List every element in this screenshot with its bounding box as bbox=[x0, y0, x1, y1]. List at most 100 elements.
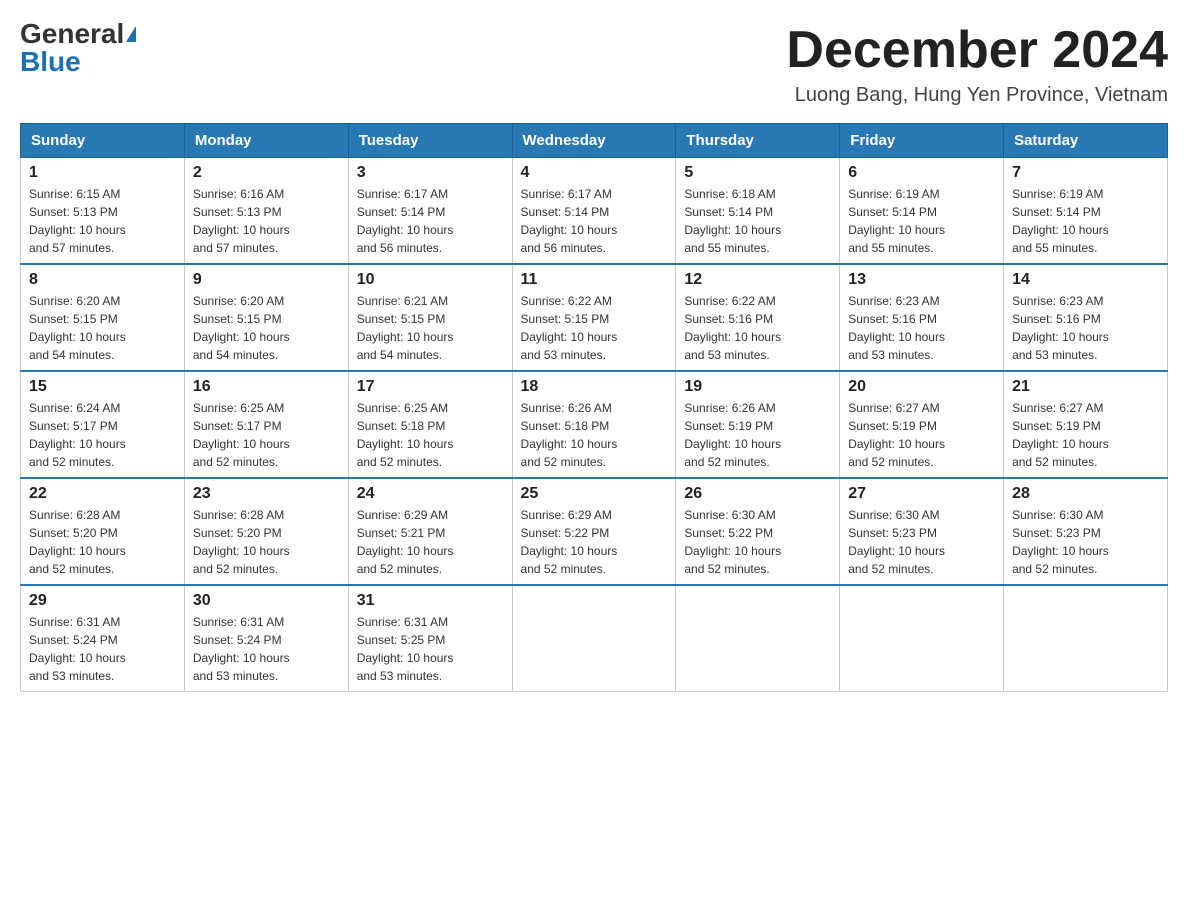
calendar-cell: 30 Sunrise: 6:31 AMSunset: 5:24 PMDaylig… bbox=[184, 585, 348, 692]
day-number: 13 bbox=[848, 271, 995, 289]
calendar-cell: 7 Sunrise: 6:19 AMSunset: 5:14 PMDayligh… bbox=[1004, 158, 1168, 265]
day-number: 16 bbox=[193, 378, 340, 396]
calendar-cell: 19 Sunrise: 6:26 AMSunset: 5:19 PMDaylig… bbox=[676, 371, 840, 478]
day-number: 26 bbox=[684, 485, 831, 503]
day-number: 19 bbox=[684, 378, 831, 396]
calendar-cell: 9 Sunrise: 6:20 AMSunset: 5:15 PMDayligh… bbox=[184, 264, 348, 371]
week-row-5: 29 Sunrise: 6:31 AMSunset: 5:24 PMDaylig… bbox=[21, 585, 1168, 692]
calendar-cell: 26 Sunrise: 6:30 AMSunset: 5:22 PMDaylig… bbox=[676, 478, 840, 585]
day-info: Sunrise: 6:27 AMSunset: 5:19 PMDaylight:… bbox=[848, 399, 995, 471]
calendar-cell: 24 Sunrise: 6:29 AMSunset: 5:21 PMDaylig… bbox=[348, 478, 512, 585]
calendar-cell: 5 Sunrise: 6:18 AMSunset: 5:14 PMDayligh… bbox=[676, 158, 840, 265]
week-row-1: 1 Sunrise: 6:15 AMSunset: 5:13 PMDayligh… bbox=[21, 158, 1168, 265]
calendar-cell: 31 Sunrise: 6:31 AMSunset: 5:25 PMDaylig… bbox=[348, 585, 512, 692]
calendar-cell: 17 Sunrise: 6:25 AMSunset: 5:18 PMDaylig… bbox=[348, 371, 512, 478]
calendar-cell: 4 Sunrise: 6:17 AMSunset: 5:14 PMDayligh… bbox=[512, 158, 676, 265]
day-number: 29 bbox=[29, 592, 176, 610]
day-info: Sunrise: 6:19 AMSunset: 5:14 PMDaylight:… bbox=[848, 185, 995, 257]
calendar-cell: 23 Sunrise: 6:28 AMSunset: 5:20 PMDaylig… bbox=[184, 478, 348, 585]
weekday-header-sunday: Sunday bbox=[21, 124, 185, 158]
day-info: Sunrise: 6:25 AMSunset: 5:17 PMDaylight:… bbox=[193, 399, 340, 471]
calendar-cell: 3 Sunrise: 6:17 AMSunset: 5:14 PMDayligh… bbox=[348, 158, 512, 265]
calendar-cell: 16 Sunrise: 6:25 AMSunset: 5:17 PMDaylig… bbox=[184, 371, 348, 478]
day-info: Sunrise: 6:23 AMSunset: 5:16 PMDaylight:… bbox=[848, 292, 995, 364]
day-number: 27 bbox=[848, 485, 995, 503]
day-info: Sunrise: 6:15 AMSunset: 5:13 PMDaylight:… bbox=[29, 185, 176, 257]
day-info: Sunrise: 6:19 AMSunset: 5:14 PMDaylight:… bbox=[1012, 185, 1159, 257]
day-number: 6 bbox=[848, 164, 995, 182]
day-number: 15 bbox=[29, 378, 176, 396]
day-number: 28 bbox=[1012, 485, 1159, 503]
location-title: Luong Bang, Hung Yen Province, Vietnam bbox=[786, 84, 1168, 107]
weekday-header-tuesday: Tuesday bbox=[348, 124, 512, 158]
day-info: Sunrise: 6:30 AMSunset: 5:22 PMDaylight:… bbox=[684, 506, 831, 578]
calendar-cell bbox=[676, 585, 840, 692]
day-number: 31 bbox=[357, 592, 504, 610]
calendar-cell: 6 Sunrise: 6:19 AMSunset: 5:14 PMDayligh… bbox=[840, 158, 1004, 265]
day-info: Sunrise: 6:31 AMSunset: 5:25 PMDaylight:… bbox=[357, 613, 504, 685]
calendar-cell: 11 Sunrise: 6:22 AMSunset: 5:15 PMDaylig… bbox=[512, 264, 676, 371]
day-info: Sunrise: 6:17 AMSunset: 5:14 PMDaylight:… bbox=[357, 185, 504, 257]
day-info: Sunrise: 6:20 AMSunset: 5:15 PMDaylight:… bbox=[29, 292, 176, 364]
day-info: Sunrise: 6:26 AMSunset: 5:19 PMDaylight:… bbox=[684, 399, 831, 471]
day-number: 22 bbox=[29, 485, 176, 503]
weekday-header-wednesday: Wednesday bbox=[512, 124, 676, 158]
day-info: Sunrise: 6:28 AMSunset: 5:20 PMDaylight:… bbox=[29, 506, 176, 578]
calendar-cell bbox=[1004, 585, 1168, 692]
weekday-header-row: SundayMondayTuesdayWednesdayThursdayFrid… bbox=[21, 124, 1168, 158]
day-info: Sunrise: 6:27 AMSunset: 5:19 PMDaylight:… bbox=[1012, 399, 1159, 471]
day-info: Sunrise: 6:31 AMSunset: 5:24 PMDaylight:… bbox=[193, 613, 340, 685]
logo-triangle-icon bbox=[126, 26, 136, 42]
month-title: December 2024 bbox=[786, 20, 1168, 80]
day-number: 20 bbox=[848, 378, 995, 396]
day-info: Sunrise: 6:29 AMSunset: 5:21 PMDaylight:… bbox=[357, 506, 504, 578]
day-number: 18 bbox=[521, 378, 668, 396]
day-number: 23 bbox=[193, 485, 340, 503]
day-info: Sunrise: 6:22 AMSunset: 5:16 PMDaylight:… bbox=[684, 292, 831, 364]
calendar-cell: 1 Sunrise: 6:15 AMSunset: 5:13 PMDayligh… bbox=[21, 158, 185, 265]
logo: General Blue bbox=[20, 20, 136, 76]
day-number: 3 bbox=[357, 164, 504, 182]
day-info: Sunrise: 6:28 AMSunset: 5:20 PMDaylight:… bbox=[193, 506, 340, 578]
logo-general-text: General bbox=[20, 20, 124, 48]
weekday-header-saturday: Saturday bbox=[1004, 124, 1168, 158]
title-section: December 2024 Luong Bang, Hung Yen Provi… bbox=[786, 20, 1168, 107]
calendar-cell bbox=[512, 585, 676, 692]
calendar-cell: 15 Sunrise: 6:24 AMSunset: 5:17 PMDaylig… bbox=[21, 371, 185, 478]
calendar-cell: 21 Sunrise: 6:27 AMSunset: 5:19 PMDaylig… bbox=[1004, 371, 1168, 478]
weekday-header-friday: Friday bbox=[840, 124, 1004, 158]
week-row-4: 22 Sunrise: 6:28 AMSunset: 5:20 PMDaylig… bbox=[21, 478, 1168, 585]
day-info: Sunrise: 6:24 AMSunset: 5:17 PMDaylight:… bbox=[29, 399, 176, 471]
day-number: 12 bbox=[684, 271, 831, 289]
calendar-cell: 20 Sunrise: 6:27 AMSunset: 5:19 PMDaylig… bbox=[840, 371, 1004, 478]
calendar-cell: 13 Sunrise: 6:23 AMSunset: 5:16 PMDaylig… bbox=[840, 264, 1004, 371]
logo-blue-text: Blue bbox=[20, 48, 81, 76]
day-info: Sunrise: 6:25 AMSunset: 5:18 PMDaylight:… bbox=[357, 399, 504, 471]
calendar-cell: 2 Sunrise: 6:16 AMSunset: 5:13 PMDayligh… bbox=[184, 158, 348, 265]
day-info: Sunrise: 6:23 AMSunset: 5:16 PMDaylight:… bbox=[1012, 292, 1159, 364]
calendar-cell: 27 Sunrise: 6:30 AMSunset: 5:23 PMDaylig… bbox=[840, 478, 1004, 585]
day-number: 1 bbox=[29, 164, 176, 182]
day-info: Sunrise: 6:18 AMSunset: 5:14 PMDaylight:… bbox=[684, 185, 831, 257]
day-number: 10 bbox=[357, 271, 504, 289]
day-number: 25 bbox=[521, 485, 668, 503]
calendar-cell: 18 Sunrise: 6:26 AMSunset: 5:18 PMDaylig… bbox=[512, 371, 676, 478]
day-number: 14 bbox=[1012, 271, 1159, 289]
day-number: 17 bbox=[357, 378, 504, 396]
calendar-cell: 14 Sunrise: 6:23 AMSunset: 5:16 PMDaylig… bbox=[1004, 264, 1168, 371]
week-row-2: 8 Sunrise: 6:20 AMSunset: 5:15 PMDayligh… bbox=[21, 264, 1168, 371]
day-number: 8 bbox=[29, 271, 176, 289]
day-number: 2 bbox=[193, 164, 340, 182]
day-info: Sunrise: 6:26 AMSunset: 5:18 PMDaylight:… bbox=[521, 399, 668, 471]
calendar-cell: 8 Sunrise: 6:20 AMSunset: 5:15 PMDayligh… bbox=[21, 264, 185, 371]
day-info: Sunrise: 6:21 AMSunset: 5:15 PMDaylight:… bbox=[357, 292, 504, 364]
calendar-cell: 22 Sunrise: 6:28 AMSunset: 5:20 PMDaylig… bbox=[21, 478, 185, 585]
day-number: 21 bbox=[1012, 378, 1159, 396]
week-row-3: 15 Sunrise: 6:24 AMSunset: 5:17 PMDaylig… bbox=[21, 371, 1168, 478]
day-number: 11 bbox=[521, 271, 668, 289]
calendar-table: SundayMondayTuesdayWednesdayThursdayFrid… bbox=[20, 123, 1168, 692]
calendar-cell bbox=[840, 585, 1004, 692]
calendar-cell: 29 Sunrise: 6:31 AMSunset: 5:24 PMDaylig… bbox=[21, 585, 185, 692]
day-number: 4 bbox=[521, 164, 668, 182]
day-info: Sunrise: 6:29 AMSunset: 5:22 PMDaylight:… bbox=[521, 506, 668, 578]
